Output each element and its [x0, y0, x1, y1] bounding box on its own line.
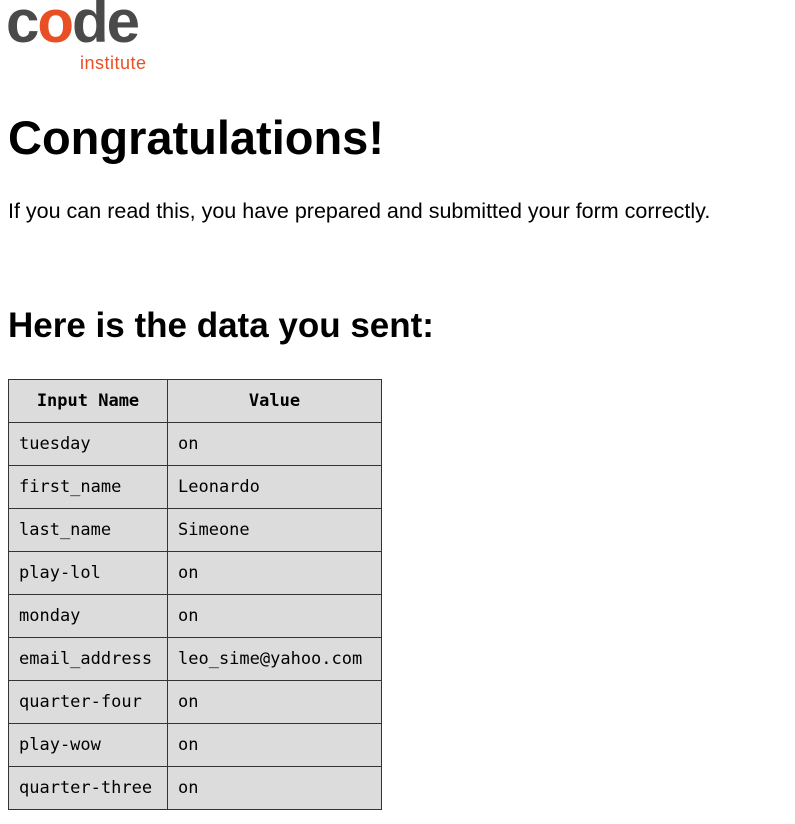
table-row: play-wow on [8, 723, 382, 767]
input-name-cell: first_name [8, 465, 168, 509]
input-name-cell: tuesday [8, 422, 168, 466]
table-row: play-lol on [8, 551, 382, 595]
value-cell: on [167, 422, 382, 466]
page-title: Congratulations! [8, 111, 384, 164]
input-name-cell: monday [8, 594, 168, 638]
logo-subtitle: institute [80, 53, 147, 73]
code-institute-logo: code institute [6, 0, 166, 78]
logo-wordmark: code [6, 0, 140, 55]
data-heading: Here is the data you sent: [8, 306, 434, 345]
input-name-cell: email_address [8, 637, 168, 681]
logo-letters-de: de [72, 0, 140, 55]
success-message: If you can read this, you have prepared … [8, 199, 711, 223]
table-row: quarter-four on [8, 680, 382, 724]
logo-letter-o: o [37, 0, 74, 55]
value-cell: Leonardo [167, 465, 382, 509]
input-name-cell: play-wow [8, 723, 168, 767]
input-name-cell: quarter-three [8, 766, 168, 810]
value-cell: leo_sime@yahoo.com [167, 637, 382, 681]
value-cell: on [167, 723, 382, 767]
value-cell: on [167, 551, 382, 595]
table-row: first_name Leonardo [8, 465, 382, 509]
table-header-row: Input Name Value [8, 379, 382, 423]
logo-letter-c: c [6, 0, 39, 55]
value-cell: Simeone [167, 508, 382, 552]
header-value: Value [167, 379, 382, 423]
header-input-name: Input Name [8, 379, 168, 423]
value-cell: on [167, 766, 382, 810]
table-row: email_address leo_sime@yahoo.com [8, 637, 382, 681]
input-name-cell: play-lol [8, 551, 168, 595]
value-cell: on [167, 594, 382, 638]
input-name-cell: quarter-four [8, 680, 168, 724]
table-row: quarter-three on [8, 766, 382, 810]
table-row: monday on [8, 594, 382, 638]
value-cell: on [167, 680, 382, 724]
table-row: tuesday on [8, 422, 382, 466]
table-row: last_name Simeone [8, 508, 382, 552]
input-name-cell: last_name [8, 508, 168, 552]
submitted-data-table: Input Name Value tuesday on first_name L… [8, 379, 382, 810]
